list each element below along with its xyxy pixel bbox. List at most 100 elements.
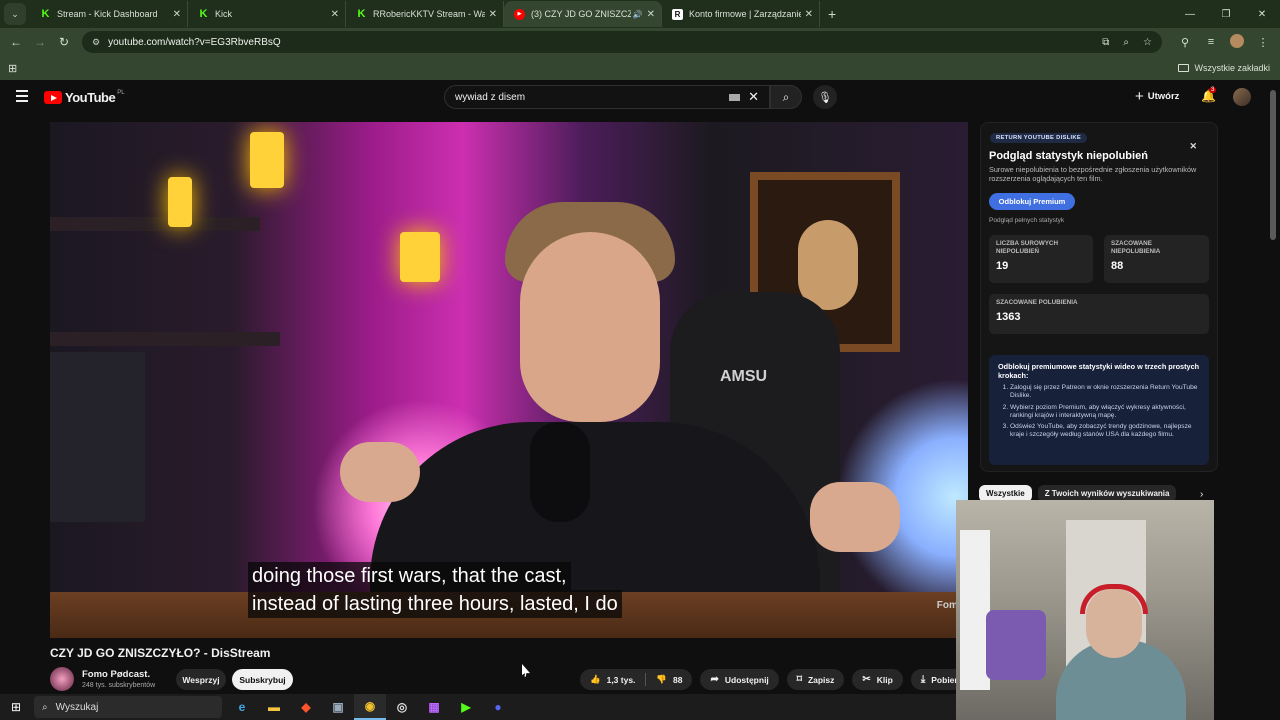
tab-search-icon[interactable]: ⌄ [4,3,26,25]
close-icon[interactable]: ✕ [331,9,339,20]
like-button[interactable]: 👍 1,3 tys. [580,674,645,685]
chip-all[interactable]: Wszystkie [979,484,1032,502]
site-info-icon[interactable]: ⚙ [92,37,100,48]
stat-estimated-likes: SZACOWANE POLUBIENIA 1363 [989,294,1209,334]
forward-icon[interactable]: → [28,35,52,49]
hand [340,442,420,502]
taskbar-search-placeholder: Wyszukaj [55,701,99,713]
close-icon[interactable]: ✕ [805,9,813,20]
shelf [50,217,260,231]
youtube-logo[interactable]: YouTube PL [44,90,125,105]
caption-line: doing those first wars, that the cast, [248,562,571,590]
webcam-chair [986,610,1046,680]
extensions-icon[interactable]: ⚲ [1172,36,1198,49]
kick-icon: K [357,8,366,20]
browser-tab[interactable]: R Konto firmowe | Zarządzanie fir ✕ [662,1,820,27]
app-icon[interactable]: ▣ [322,694,354,720]
browser-tab-active[interactable]: ▶ (3) CZY JD GO ZNISZCZYŁO 🔊 ✕ [504,1,662,27]
chrome-icon[interactable]: ◉ [354,694,386,720]
new-tab-icon[interactable]: + [828,6,836,22]
media-controls-icon[interactable]: ≡ [1198,36,1224,48]
return-dislike-panel: RETURN YOUTUBE DISLIKE ✕ Podgląd statyst… [980,122,1218,472]
support-button[interactable]: Wesprzyj [176,669,226,690]
menu-icon[interactable]: ⋮ [1250,36,1276,49]
url-field[interactable]: ⚙ youtube.com/watch?v=EG3RbveRBsQ ⧉ ⌕ ☆ [82,31,1162,53]
reload-icon[interactable]: ↻ [52,35,76,49]
account-avatar[interactable] [1233,88,1251,106]
scissors-icon: ✂ [862,674,871,685]
apps-icon[interactable]: ⊞ [8,62,17,75]
profile-avatar[interactable] [1224,33,1250,51]
rd-title: Podgląd statystyk niepolubień [989,150,1148,162]
search-icon: ⌕ [42,701,48,713]
voice-search-button[interactable]: 🎙 [813,85,837,109]
close-window-icon[interactable]: ✕ [1244,9,1280,20]
rd-step: Odśwież YouTube, aby zobaczyć trendy god… [1010,423,1200,440]
obs-icon[interactable]: ◎ [386,694,418,720]
subscribe-button[interactable]: Subskrybuj [232,669,293,690]
share-button[interactable]: ➦ Udostępnij [700,669,779,690]
brave-icon[interactable]: ◆ [290,694,322,720]
close-icon[interactable]: ✕ [489,9,497,20]
tab-title: (3) CZY JD GO ZNISZCZYŁO [531,9,631,19]
search-value: wywiad z disem [455,91,526,103]
youtube-play-icon [44,91,62,104]
star-icon[interactable]: ☆ [1143,37,1152,48]
close-icon[interactable]: ✕ [173,9,181,20]
chevron-right-icon[interactable]: › [1200,489,1203,500]
close-icon[interactable]: ✕ [1189,141,1197,152]
file-explorer-icon[interactable]: ▬ [258,694,290,720]
clear-search-icon[interactable]: ✕ [748,89,759,105]
rd-description: Surowe niepolubienia to bezpośrednie zgł… [989,165,1197,183]
channel-avatar[interactable] [50,667,74,691]
chip-from-search[interactable]: Z Twoich wyników wyszukiwania [1037,484,1177,502]
youtube-wordmark: YouTube [65,90,116,105]
share-icon: ➦ [710,674,719,685]
create-label: Utwórz [1147,91,1180,102]
stat-estimated-dislikes: SZACOWANE NIEPOLUBIENIA 88 [1104,235,1209,283]
windows-start-icon[interactable]: ⊞ [0,700,32,714]
like-count: 1,3 tys. [606,674,636,685]
kick-app-icon[interactable]: ▶ [450,694,482,720]
browser-tab[interactable]: K Stream - Kick Dashboard ✕ [30,1,188,27]
create-button[interactable]: + Utwórz [1135,88,1179,105]
close-icon[interactable]: ✕ [647,9,655,20]
discord-icon[interactable]: ● [482,694,514,720]
minimize-icon[interactable]: — [1172,9,1208,20]
edge-icon[interactable]: e [226,694,258,720]
browser-tab[interactable]: K Kick ✕ [188,1,346,27]
search-input[interactable]: wywiad z disem ✕ [444,85,770,109]
dislike-count: 88 [673,674,683,685]
zoom-icon[interactable]: ⌕ [1123,37,1129,48]
speaker-icon[interactable]: 🔊 [633,10,643,19]
tab-title: Konto firmowe | Zarządzanie fir [689,9,801,19]
rd-steps-list: Zaloguj się przez Patreon w oknie rozsze… [998,384,1200,440]
thumbs-up-icon: 👍 [590,674,601,684]
r-icon: R [672,8,683,20]
dislike-button[interactable]: 👎 88 [646,674,692,685]
channel-name[interactable]: Fomo Pødcast. [82,669,150,680]
browser-tab[interactable]: K RRobericKKTV Stream - Watch ✕ [346,1,504,27]
rd-step: Zaloguj się przez Patreon w oknie rozsze… [1010,384,1200,401]
hamburger-menu-icon[interactable] [16,90,28,105]
all-bookmarks[interactable]: Wszystkie zakładki [1178,63,1270,73]
notifications-button[interactable]: 🔔 3 [1201,87,1217,103]
address-bar-row: ← → ↻ ⚙ youtube.com/watch?v=EG3RbveRBsQ … [0,28,1280,56]
back-icon[interactable]: ← [4,35,28,49]
restore-icon[interactable]: ❐ [1208,9,1244,20]
clip-label: Klip [876,674,893,685]
video-player[interactable]: AMSU doing those first wars, that the ca… [50,122,968,638]
app-icon[interactable]: ▦ [418,694,450,720]
search-button[interactable]: ⌕ [770,85,802,109]
all-bookmarks-label: Wszystkie zakładki [1194,63,1270,73]
unlock-premium-button[interactable]: Odblokuj Premium [989,193,1075,210]
video-title: CZY JD GO ZNISZCZYŁO? - DisStream [50,646,271,660]
clip-button[interactable]: ✂ Klip [852,669,903,690]
microphone-icon: 🎙 [818,91,832,104]
install-icon[interactable]: ⧉ [1102,37,1109,48]
keyboard-icon[interactable] [729,93,741,101]
taskbar-search[interactable]: ⌕ Wyszukaj [34,696,222,718]
scrollbar[interactable] [1270,90,1276,240]
save-button[interactable]: ⌑ Zapisz [786,669,845,690]
rd-badge: RETURN YOUTUBE DISLIKE [990,133,1088,143]
